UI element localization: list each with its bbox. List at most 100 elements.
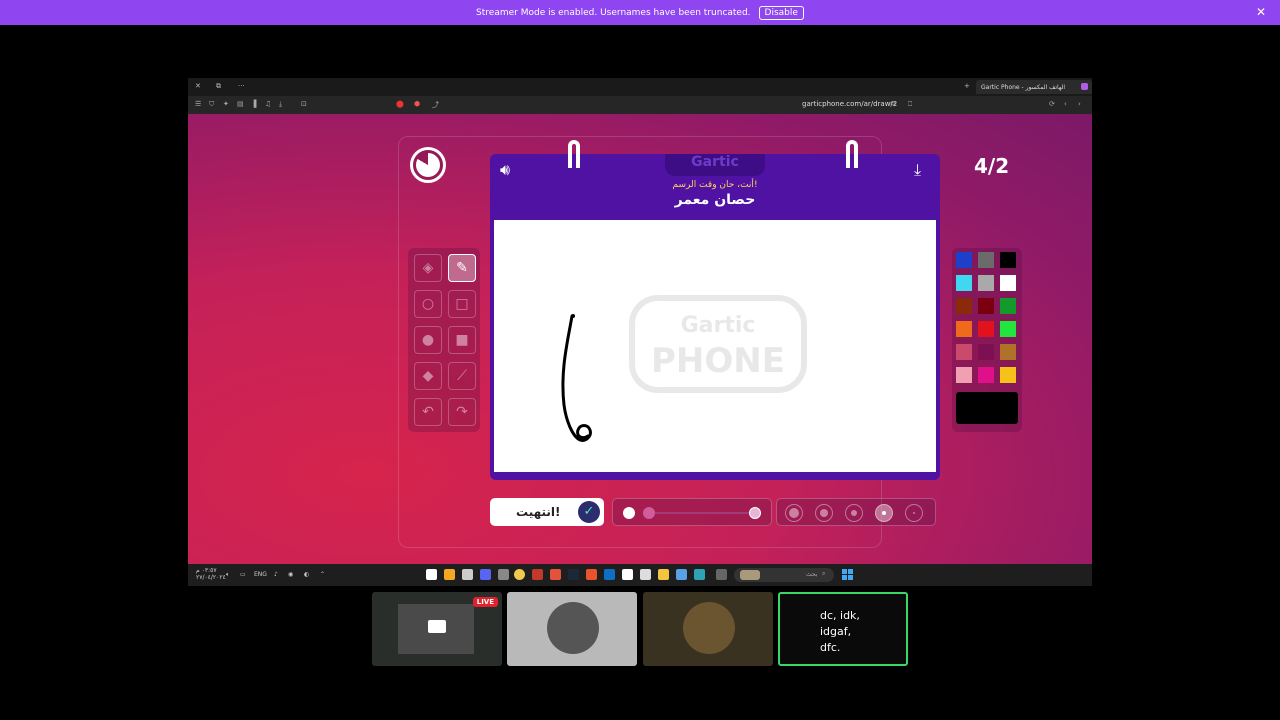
- color-swatch[interactable]: [978, 275, 994, 291]
- thumbnail-avatar-2[interactable]: [643, 592, 773, 666]
- binder-hook-right: [846, 140, 858, 168]
- slider-preview-dot: [623, 507, 635, 519]
- speaker-icon[interactable]: 🔈︎: [226, 571, 230, 579]
- file-explorer-icon[interactable]: [658, 569, 669, 580]
- window-close-icon[interactable]: ✕: [195, 82, 201, 90]
- forward-icon[interactable]: ›: [1078, 100, 1081, 108]
- brush-size-5[interactable]: [785, 504, 803, 522]
- tool-undo[interactable]: ↶: [414, 398, 442, 426]
- adblock-icon[interactable]: ⬤: [396, 100, 404, 108]
- color-swatch[interactable]: [1000, 275, 1016, 291]
- color-swatch[interactable]: [956, 367, 972, 383]
- color-swatch[interactable]: [978, 321, 994, 337]
- color-swatch[interactable]: [978, 298, 994, 314]
- color-swatch[interactable]: [1000, 252, 1016, 268]
- volume-icon[interactable]: 🔊︎: [500, 160, 510, 180]
- color-swatch[interactable]: [1000, 321, 1016, 337]
- slider-min-handle[interactable]: [643, 507, 655, 519]
- tool-line[interactable]: ⟋: [448, 362, 476, 390]
- share-icon[interactable]: ⤴: [432, 100, 439, 110]
- tool-redo[interactable]: ↷: [448, 398, 476, 426]
- tool-fill-bucket[interactable]: ◆: [414, 362, 442, 390]
- color-swatch[interactable]: [978, 367, 994, 383]
- tab-gartic-phone[interactable]: Gartic Phone - الهاتف المكسور: [976, 80, 1092, 94]
- notion-icon[interactable]: [426, 569, 437, 580]
- extensions-icon[interactable]: ✦: [223, 100, 229, 108]
- color-swatch[interactable]: [1000, 367, 1016, 383]
- sidebar-icon[interactable]: ▐: [251, 100, 256, 108]
- mic-icon[interactable]: ♪: [274, 571, 278, 578]
- music-icon[interactable]: ♫: [265, 100, 271, 108]
- color-swatch[interactable]: [1000, 344, 1016, 360]
- close-icon[interactable]: ✕: [1256, 5, 1266, 19]
- window-more-icon[interactable]: ···: [238, 82, 245, 90]
- download-icon[interactable]: ⤓: [914, 160, 921, 180]
- tabs-icon[interactable]: ▤: [237, 100, 244, 108]
- mail-icon[interactable]: [462, 569, 473, 580]
- tool-ellipse-filled[interactable]: ●: [414, 326, 442, 354]
- tray-obs-icon[interactable]: ◐: [304, 571, 309, 578]
- done-button[interactable]: انتهيت! ✓: [490, 498, 604, 526]
- brush-size-1[interactable]: [905, 504, 923, 522]
- back-icon[interactable]: ‹: [1064, 100, 1067, 108]
- bookmark-icon[interactable]: ⎕: [908, 100, 912, 109]
- settings-icon[interactable]: [498, 569, 509, 580]
- thumbnail-text: dc, idk, idgaf, dfc.: [820, 609, 860, 654]
- tray-expand-icon[interactable]: ⌃: [320, 571, 325, 578]
- app-teal-icon[interactable]: [694, 569, 705, 580]
- task-view-icon[interactable]: [716, 569, 727, 580]
- thumbnail-stream[interactable]: LIVE: [372, 592, 502, 666]
- color-swatch[interactable]: [978, 344, 994, 360]
- brave-icon[interactable]: [586, 569, 597, 580]
- thumbnail-avatar-1[interactable]: [507, 592, 637, 666]
- display-icon[interactable]: ▭: [240, 571, 246, 578]
- banner-message: Streamer Mode is enabled. Usernames have…: [476, 7, 751, 18]
- photos-icon[interactable]: [676, 569, 687, 580]
- brush-size-4[interactable]: [815, 504, 833, 522]
- tool-ellipse-outline[interactable]: ○: [414, 290, 442, 318]
- notepad-icon[interactable]: [622, 569, 633, 580]
- store-icon[interactable]: [604, 569, 615, 580]
- color-swatch[interactable]: [956, 298, 972, 314]
- brush-size-2[interactable]: [875, 504, 893, 522]
- color-swatch[interactable]: [978, 252, 994, 268]
- brush-size-3[interactable]: [845, 504, 863, 522]
- app-red-icon[interactable]: [532, 569, 543, 580]
- menu-icon[interactable]: ☰: [195, 100, 201, 108]
- color-swatch[interactable]: [956, 344, 972, 360]
- new-tab-icon[interactable]: +: [964, 82, 970, 90]
- tool-rectangle-filled[interactable]: ■: [448, 326, 476, 354]
- window-restore-icon[interactable]: ⧉: [216, 82, 221, 91]
- reload-icon[interactable]: ⟳: [1049, 100, 1055, 108]
- thumbnail-speaking[interactable]: dc, idk, idgaf, dfc.: [778, 592, 908, 666]
- screenshot-icon[interactable]: ⊡: [301, 100, 307, 108]
- color-swatch[interactable]: [956, 275, 972, 291]
- search-highlight-icon: [740, 570, 760, 580]
- app-yellow-icon[interactable]: [514, 569, 525, 580]
- calendar-icon[interactable]: [640, 569, 651, 580]
- steam-icon[interactable]: [568, 569, 579, 580]
- canvas-frame: Gartic PHONE: [490, 216, 940, 480]
- tool-eraser[interactable]: ◈: [414, 254, 442, 282]
- slider-max-handle[interactable]: [749, 507, 761, 519]
- taskbar-search[interactable]: بحث ⌕: [734, 568, 834, 582]
- color-swatch[interactable]: [956, 321, 972, 337]
- drawing-canvas[interactable]: Gartic PHONE: [494, 220, 936, 472]
- color-swatch[interactable]: [1000, 298, 1016, 314]
- language-indicator[interactable]: ENG: [254, 571, 267, 578]
- tray-app-icon[interactable]: ◉: [288, 571, 293, 578]
- color-swatch[interactable]: [956, 252, 972, 268]
- url-text[interactable]: garticphone.com/ar/draw/2: [802, 100, 897, 108]
- pen-app-icon[interactable]: [444, 569, 455, 580]
- discord-icon[interactable]: [480, 569, 491, 580]
- tool-rectangle-outline[interactable]: □: [448, 290, 476, 318]
- link-icon[interactable]: ⇆: [890, 100, 896, 108]
- disable-button[interactable]: Disable: [758, 5, 804, 20]
- adobe-icon[interactable]: [550, 569, 561, 580]
- opacity-slider[interactable]: [612, 498, 772, 526]
- tool-pencil[interactable]: ✎: [448, 254, 476, 282]
- shield-icon[interactable]: ⛉: [209, 100, 214, 109]
- shield-extension-icon[interactable]: ⬢: [414, 100, 420, 108]
- windows-start-icon[interactable]: [842, 569, 853, 580]
- downloads-icon[interactable]: ⤓: [279, 100, 282, 109]
